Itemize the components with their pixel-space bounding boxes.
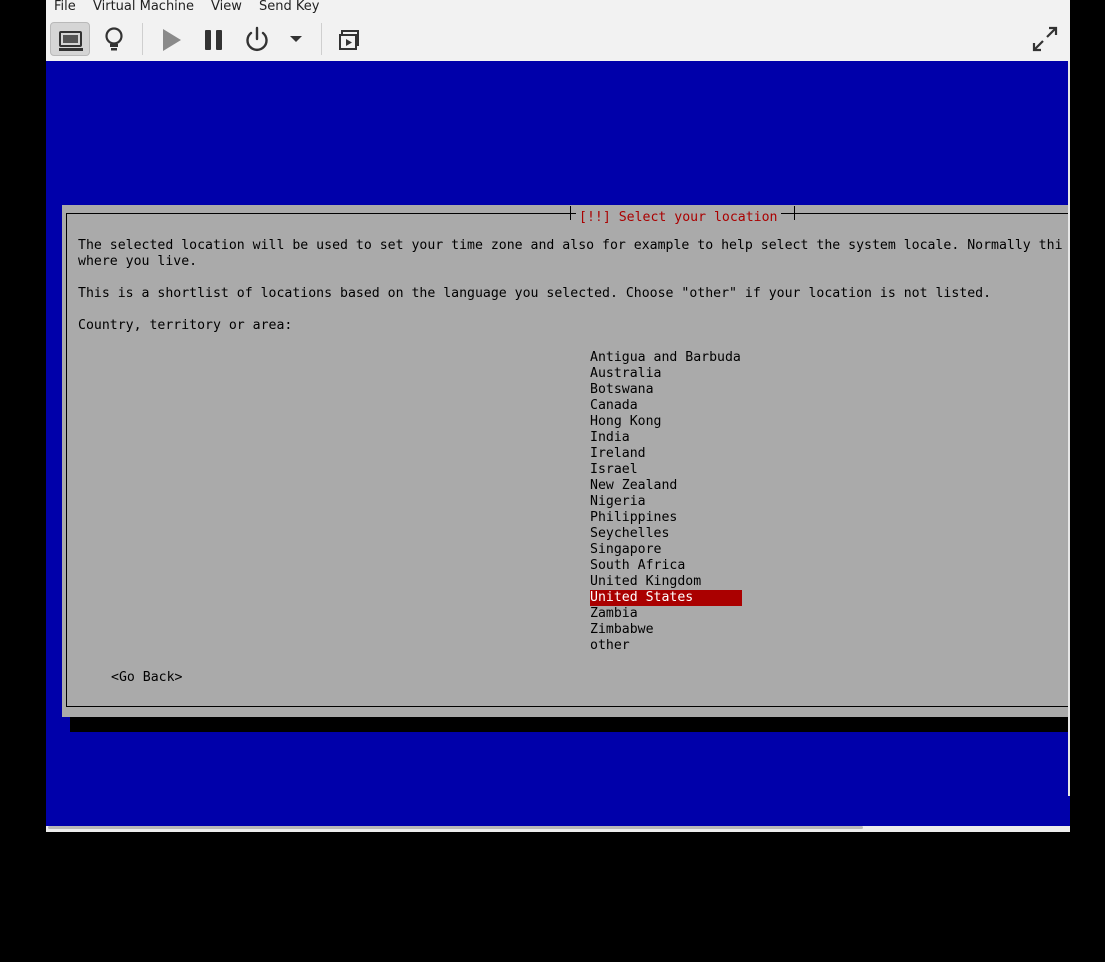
list-item[interactable]: Australia: [590, 366, 742, 382]
vertical-scrollbar[interactable]: [1068, 61, 1070, 796]
menu-send-key[interactable]: Send Key: [259, 0, 319, 14]
list-item[interactable]: United Kingdom: [590, 574, 742, 590]
fullscreen-button[interactable]: [1025, 22, 1065, 56]
list-item[interactable]: Hong Kong: [590, 414, 742, 430]
vm-viewer-window: File Virtual Machine View Send Key [!!] …: [46, 0, 1070, 832]
list-item[interactable]: Antigua and Barbuda: [590, 350, 742, 366]
show-console-icon: [59, 31, 83, 51]
fullscreen-icon: [1032, 26, 1058, 52]
list-item[interactable]: Zimbabwe: [590, 622, 742, 638]
list-item[interactable]: Zambia: [590, 606, 742, 622]
shutdown-button[interactable]: [237, 22, 277, 56]
list-item[interactable]: Israel: [590, 462, 742, 478]
snapshots-button[interactable]: [330, 22, 370, 56]
menubar: File Virtual Machine View Send Key: [46, 0, 1070, 16]
horizontal-scrollbar[interactable]: [46, 826, 1070, 832]
title-tick-right: [794, 206, 795, 220]
menu-virtual-machine[interactable]: Virtual Machine: [93, 0, 194, 14]
list-item[interactable]: Singapore: [590, 542, 742, 558]
toolbar-separator: [142, 23, 143, 55]
list-item[interactable]: Botswana: [590, 382, 742, 398]
list-item[interactable]: Ireland: [590, 446, 742, 462]
power-icon: [246, 26, 268, 51]
country-prompt: Country, territory or area:: [78, 318, 293, 333]
toolbar: [46, 16, 1070, 61]
installer-dialog: [!!] Select your location The selected l…: [62, 205, 1070, 717]
list-item[interactable]: Philippines: [590, 510, 742, 526]
toolbar-separator: [321, 23, 322, 55]
dialog-title: [!!] Select your location: [579, 210, 778, 225]
menu-file[interactable]: File: [54, 0, 76, 14]
list-item[interactable]: Seychelles: [590, 526, 742, 542]
list-item[interactable]: Nigeria: [590, 494, 742, 510]
vm-console-screen[interactable]: [!!] Select your location The selected l…: [46, 61, 1070, 826]
show-console-button[interactable]: [50, 22, 90, 56]
list-item[interactable]: South Africa: [590, 558, 742, 574]
horizontal-scrollbar-thumb[interactable]: [48, 826, 863, 829]
list-item[interactable]: Canada: [590, 398, 742, 414]
title-tick-left: [570, 206, 571, 220]
dialog-shadow: [70, 717, 1070, 732]
list-item[interactable]: New Zealand: [590, 478, 742, 494]
shutdown-menu-button[interactable]: [276, 22, 316, 56]
list-item-selected[interactable]: United States: [590, 590, 742, 606]
list-item[interactable]: India: [590, 430, 742, 446]
chevron-down-icon: [290, 36, 302, 42]
go-back-button[interactable]: <Go Back>: [111, 670, 182, 686]
list-item[interactable]: other: [590, 638, 742, 654]
location-list[interactable]: Antigua and Barbuda Australia Botswana Cana…: [590, 350, 742, 654]
details-button[interactable]: [94, 22, 134, 56]
description-line-1: The selected location will be used to se…: [78, 238, 1063, 253]
dialog-title-box: [!!] Select your location: [576, 206, 781, 225]
description-line-2: where you live.: [78, 254, 198, 269]
snapshots-icon: [339, 30, 359, 50]
lightbulb-icon: [105, 27, 123, 51]
run-button[interactable]: [151, 22, 191, 56]
menu-view[interactable]: View: [211, 0, 242, 14]
pause-icon: [205, 30, 222, 50]
pause-button[interactable]: [194, 22, 234, 56]
shortlist-description: This is a shortlist of locations based o…: [78, 286, 992, 301]
play-icon: [163, 29, 181, 51]
